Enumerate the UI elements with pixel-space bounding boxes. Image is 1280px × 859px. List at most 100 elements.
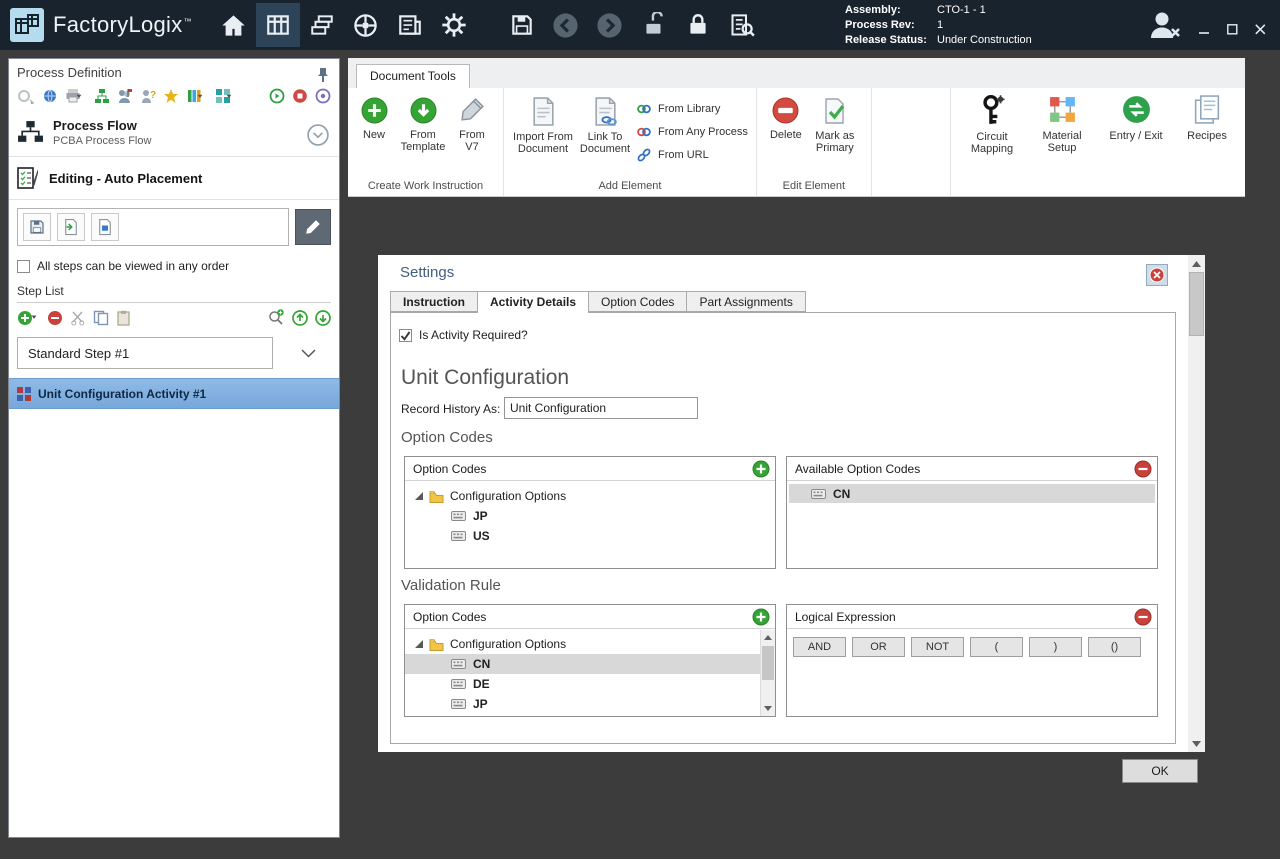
- paste-icon[interactable]: [116, 310, 132, 326]
- from-v7-button[interactable]: From V7: [451, 97, 493, 153]
- delete-button[interactable]: Delete: [765, 97, 807, 141]
- and-button[interactable]: AND: [793, 637, 846, 657]
- import-instruction-button[interactable]: [57, 213, 85, 241]
- circuit-mapping-button[interactable]: Circuit Mapping: [961, 94, 1023, 155]
- from-library-button[interactable]: From Library: [636, 99, 748, 118]
- audit-button[interactable]: [720, 3, 764, 47]
- material-setup-button[interactable]: Material Setup: [1031, 94, 1093, 154]
- pin-icon[interactable]: [317, 67, 329, 83]
- scroll-down-button[interactable]: [761, 701, 775, 716]
- import-from-document-button[interactable]: Import From Document: [512, 97, 574, 155]
- copy-icon[interactable]: [93, 310, 109, 326]
- order-checkbox-row[interactable]: All steps can be viewed in any order: [17, 259, 331, 273]
- chevron-down-icon[interactable]: [301, 349, 316, 358]
- order-checkbox[interactable]: [17, 260, 30, 273]
- print-icon[interactable]: [65, 88, 87, 104]
- dialog-scrollbar[interactable]: [1188, 255, 1205, 752]
- scroll-down-button[interactable]: [1188, 735, 1205, 752]
- process-map-icon[interactable]: [94, 88, 110, 104]
- tree-node-option[interactable]: JP: [405, 506, 775, 526]
- undo-icon[interactable]: [17, 88, 35, 104]
- library-icon[interactable]: [186, 88, 208, 104]
- unlock-button[interactable]: [632, 3, 676, 47]
- close-paren-button[interactable]: ): [1029, 637, 1082, 657]
- user-button[interactable]: [1146, 10, 1182, 45]
- remove-expression-button[interactable]: [1134, 608, 1152, 626]
- move-down-button[interactable]: [315, 310, 331, 326]
- find-step-button[interactable]: [268, 309, 285, 326]
- step-selector[interactable]: Standard Step #1: [17, 337, 273, 369]
- tab-activity-details[interactable]: Activity Details: [477, 291, 589, 313]
- minimize-button[interactable]: [1199, 24, 1210, 35]
- settings-button[interactable]: [432, 3, 476, 47]
- is-activity-required-checkbox[interactable]: [399, 329, 412, 342]
- remove-step-button[interactable]: [47, 310, 63, 326]
- move-up-button[interactable]: [292, 310, 308, 326]
- new-button[interactable]: New: [353, 97, 395, 141]
- add-step-button[interactable]: [17, 310, 40, 326]
- tree-node-root[interactable]: Configuration Options: [405, 634, 760, 654]
- categories-icon[interactable]: [215, 88, 237, 104]
- tree-node-option[interactable]: US: [405, 526, 775, 546]
- tree-node-option[interactable]: DE: [405, 674, 760, 694]
- home-button[interactable]: [212, 3, 256, 47]
- link-to-document-button[interactable]: Link To Document: [574, 97, 636, 155]
- entry-exit-button[interactable]: Entry / Exit: [1101, 94, 1171, 142]
- tree-node-option[interactable]: JP: [405, 694, 760, 714]
- or-button[interactable]: OR: [852, 637, 905, 657]
- template-instruction-button[interactable]: [91, 213, 119, 241]
- edit-mode-button[interactable]: [295, 209, 331, 245]
- is-activity-required-row[interactable]: Is Activity Required?: [399, 328, 528, 342]
- tree-node-option-selected[interactable]: CN: [405, 654, 760, 674]
- expander-icon[interactable]: [415, 492, 423, 500]
- collapse-circle-icon[interactable]: [307, 124, 329, 146]
- from-url-button[interactable]: From URL: [636, 145, 748, 164]
- not-button[interactable]: NOT: [911, 637, 964, 657]
- record-history-input[interactable]: [504, 397, 698, 419]
- maximize-button[interactable]: [1227, 24, 1238, 35]
- forward-button[interactable]: [588, 3, 632, 47]
- remove-option-code-button[interactable]: [1134, 460, 1152, 478]
- web-link-icon[interactable]: [42, 88, 58, 104]
- materials-button[interactable]: [300, 3, 344, 47]
- scroll-up-button[interactable]: [1188, 255, 1205, 272]
- navigator-button[interactable]: [344, 3, 388, 47]
- close-button[interactable]: [1255, 24, 1266, 35]
- process-flow-row[interactable]: Process Flow PCBA Process Flow: [9, 112, 339, 157]
- back-button[interactable]: [544, 3, 588, 47]
- tab-option-codes[interactable]: Option Codes: [588, 291, 687, 312]
- user-help-icon[interactable]: ?: [140, 88, 156, 104]
- work-instructions-button[interactable]: [256, 3, 300, 47]
- stop-icon[interactable]: [292, 88, 308, 104]
- tree-node-root[interactable]: Configuration Options: [405, 486, 775, 506]
- scroll-up-button[interactable]: [761, 630, 775, 645]
- add-validation-code-button[interactable]: [752, 608, 770, 626]
- dialog-close-button[interactable]: [1146, 264, 1168, 286]
- from-template-button[interactable]: From Template: [395, 97, 451, 153]
- paren-pair-button[interactable]: (): [1088, 637, 1141, 657]
- ok-button[interactable]: OK: [1122, 759, 1198, 783]
- cut-icon[interactable]: [70, 310, 86, 326]
- status-icon[interactable]: [315, 88, 331, 104]
- tab-instruction[interactable]: Instruction: [390, 291, 478, 312]
- from-any-process-button[interactable]: From Any Process: [636, 122, 748, 141]
- expander-icon[interactable]: [415, 640, 423, 648]
- recipes-button[interactable]: Recipes: [1179, 94, 1235, 142]
- activity-list-item[interactable]: Unit Configuration Activity #1: [9, 378, 339, 409]
- scroll-thumb[interactable]: [1189, 272, 1204, 336]
- validation-tree-scrollbar[interactable]: [760, 630, 775, 716]
- scroll-thumb[interactable]: [762, 646, 774, 680]
- save-button[interactable]: [500, 3, 544, 47]
- lock-button[interactable]: [676, 3, 720, 47]
- add-option-code-button[interactable]: [752, 460, 770, 478]
- start-icon[interactable]: [269, 88, 285, 104]
- save-instruction-button[interactable]: [23, 213, 51, 241]
- tab-document-tools[interactable]: Document Tools: [356, 64, 470, 89]
- news-button[interactable]: [388, 3, 432, 47]
- star-icon[interactable]: [163, 88, 179, 104]
- available-option-row[interactable]: CN: [789, 484, 1155, 503]
- open-paren-button[interactable]: (: [970, 637, 1023, 657]
- tab-part-assignments[interactable]: Part Assignments: [686, 291, 805, 312]
- mark-as-primary-button[interactable]: Mark as Primary: [807, 97, 863, 154]
- team-flag-icon[interactable]: [117, 88, 133, 104]
